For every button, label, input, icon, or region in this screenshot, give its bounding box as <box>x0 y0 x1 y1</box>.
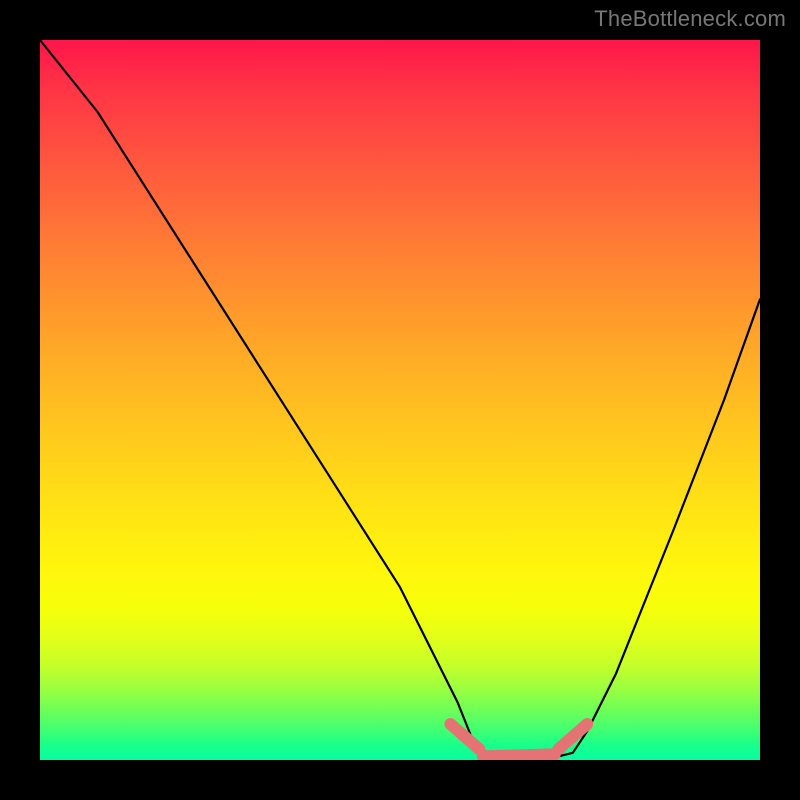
minimum-highlight-segment <box>450 724 479 749</box>
minimum-highlight <box>450 724 587 756</box>
curve-layer <box>40 40 760 760</box>
minimum-highlight-segment <box>483 754 555 756</box>
plot-area <box>40 40 760 760</box>
bottleneck-curve <box>40 40 760 760</box>
watermark-label: TheBottleneck.com <box>594 6 786 32</box>
chart-frame: TheBottleneck.com <box>0 0 800 800</box>
